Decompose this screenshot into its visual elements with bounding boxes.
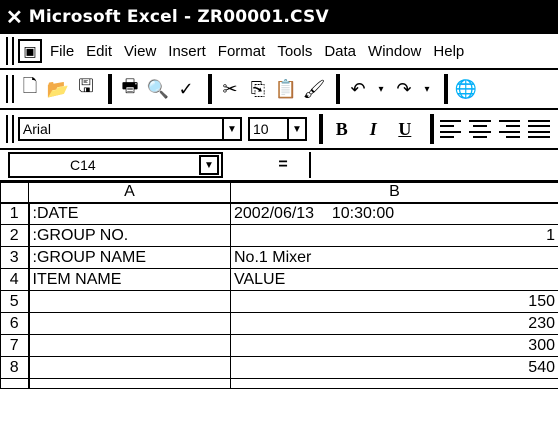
- cell-a[interactable]: ITEM NAME: [28, 268, 231, 291]
- table-row: 6 230: [0, 312, 558, 335]
- row-header[interactable]: [0, 378, 30, 389]
- align-left-icon[interactable]: [439, 120, 462, 138]
- toolbar-grip[interactable]: [6, 115, 14, 143]
- format-painter-icon[interactable]: 🖌: [302, 76, 326, 102]
- font-name-value: Arial: [22, 121, 51, 137]
- table-row: 5 150: [0, 290, 558, 313]
- cut-icon[interactable]: ✂: [218, 76, 242, 102]
- table-row: 8 540: [0, 356, 558, 379]
- cell-b[interactable]: 300: [230, 334, 558, 357]
- row-header[interactable]: 1: [0, 202, 30, 225]
- menu-format[interactable]: Format: [218, 43, 266, 60]
- name-box[interactable]: C14 ▼: [8, 152, 223, 178]
- undo-dropdown-icon[interactable]: ▾: [374, 76, 388, 102]
- cell-a[interactable]: :GROUP NAME: [28, 246, 231, 269]
- toolbar-grip[interactable]: [6, 75, 14, 103]
- merge-center-icon[interactable]: [528, 120, 551, 138]
- row-header[interactable]: 3: [0, 246, 30, 269]
- align-center-icon[interactable]: [469, 120, 491, 138]
- table-row: [0, 378, 558, 389]
- print-icon[interactable]: 🖶: [118, 76, 142, 102]
- window-title: Microsoft Excel - ZR00001.CSV: [28, 7, 329, 27]
- undo-icon[interactable]: ↶: [346, 76, 370, 102]
- table-row: 1 :DATE 2002/06/13 10:30:00: [0, 202, 558, 225]
- select-all-corner[interactable]: [0, 182, 29, 204]
- excel-icon[interactable]: ✕: [6, 5, 23, 30]
- worksheet-grid: A B 1 :DATE 2002/06/13 10:30:00 2 :GROUP…: [0, 182, 558, 437]
- cell-b[interactable]: 1: [230, 224, 558, 247]
- cell-a[interactable]: [28, 290, 231, 313]
- row-header[interactable]: 2: [0, 224, 30, 247]
- cell-reference: C14: [70, 157, 96, 173]
- align-right-icon[interactable]: [498, 120, 521, 138]
- cell-b[interactable]: No.1 Mixer: [230, 246, 558, 269]
- font-size-select[interactable]: 10 ▼: [247, 117, 307, 141]
- bold-button[interactable]: B: [329, 119, 355, 140]
- cell-a[interactable]: [28, 334, 231, 357]
- edit-formula-button[interactable]: =: [273, 156, 293, 174]
- print-preview-icon[interactable]: 🔍: [146, 76, 170, 102]
- column-header-b[interactable]: B: [230, 182, 558, 204]
- row-header[interactable]: 6: [0, 312, 30, 335]
- table-row: 3 :GROUP NAME No.1 Mixer: [0, 246, 558, 269]
- new-icon[interactable]: 🗋: [18, 76, 42, 102]
- formula-input[interactable]: [309, 152, 558, 178]
- column-header-a[interactable]: A: [28, 182, 231, 204]
- toolbar-separator: [429, 114, 434, 144]
- toolbar-separator: [108, 74, 112, 104]
- cell-b[interactable]: VALUE: [230, 268, 558, 291]
- menubar-grip[interactable]: [6, 37, 14, 65]
- standard-toolbar: 🗋 📂 🖫 🖶 🔍 ✓ ✂ ⎘ 📋 🖌 ↶ ▾ ↷ ▾ 🌐: [0, 70, 558, 110]
- cell-a[interactable]: [28, 356, 231, 379]
- cell-b[interactable]: 2002/06/13 10:30:00: [230, 202, 558, 225]
- paste-icon[interactable]: 📋: [274, 76, 298, 102]
- row-header[interactable]: 8: [0, 356, 30, 379]
- chevron-down-icon[interactable]: ▼: [221, 119, 240, 139]
- table-row: 4 ITEM NAME VALUE: [0, 268, 558, 291]
- chevron-down-icon[interactable]: ▼: [286, 119, 305, 139]
- italic-button[interactable]: I: [361, 119, 387, 140]
- menu-window[interactable]: Window: [368, 43, 421, 60]
- formula-bar: C14 ▼ =: [0, 150, 558, 182]
- toolbar-separator: [208, 74, 212, 104]
- title-bar: ✕ Microsoft Excel - ZR00001.CSV: [0, 0, 558, 34]
- toolbar-separator: [444, 74, 448, 104]
- workbook-icon[interactable]: ▣: [18, 39, 42, 63]
- chevron-down-icon[interactable]: ▼: [199, 155, 219, 175]
- cell-a[interactable]: [28, 312, 231, 335]
- menu-data[interactable]: Data: [324, 43, 356, 60]
- menu-help[interactable]: Help: [433, 43, 464, 60]
- font-size-value: 10: [252, 121, 269, 137]
- cell-b[interactable]: 230: [230, 312, 558, 335]
- web-icon[interactable]: 🌐: [454, 76, 478, 102]
- menu-insert[interactable]: Insert: [168, 43, 206, 60]
- table-row: 2 :GROUP NO. 1: [0, 224, 558, 247]
- menu-edit[interactable]: Edit: [86, 43, 112, 60]
- underline-button[interactable]: U: [392, 119, 418, 140]
- menu-tools[interactable]: Tools: [277, 43, 312, 60]
- row-header[interactable]: 4: [0, 268, 30, 291]
- save-icon[interactable]: 🖫: [74, 76, 98, 102]
- cell-b[interactable]: 150: [230, 290, 558, 313]
- menu-file[interactable]: File: [50, 43, 74, 60]
- redo-dropdown-icon[interactable]: ▾: [420, 76, 434, 102]
- menu-bar: ▣ File Edit View Insert Format Tools Dat…: [0, 34, 558, 70]
- cell-a[interactable]: :GROUP NO.: [28, 224, 231, 247]
- toolbar-separator: [336, 74, 340, 104]
- cell-a[interactable]: :DATE: [28, 202, 231, 225]
- formatting-toolbar: Arial ▼ 10 ▼ B I U: [0, 110, 558, 150]
- cell-a[interactable]: [28, 378, 231, 389]
- toolbar-separator: [318, 114, 323, 144]
- spelling-icon[interactable]: ✓: [174, 76, 198, 102]
- menu-view[interactable]: View: [124, 43, 156, 60]
- redo-icon[interactable]: ↷: [392, 76, 416, 102]
- cell-b[interactable]: [230, 378, 558, 389]
- row-header[interactable]: 7: [0, 334, 30, 357]
- copy-icon[interactable]: ⎘: [246, 76, 270, 102]
- font-name-select[interactable]: Arial ▼: [17, 117, 242, 141]
- cell-b[interactable]: 540: [230, 356, 558, 379]
- open-icon[interactable]: 📂: [46, 76, 70, 102]
- table-row: 7 300: [0, 334, 558, 357]
- row-header[interactable]: 5: [0, 290, 30, 313]
